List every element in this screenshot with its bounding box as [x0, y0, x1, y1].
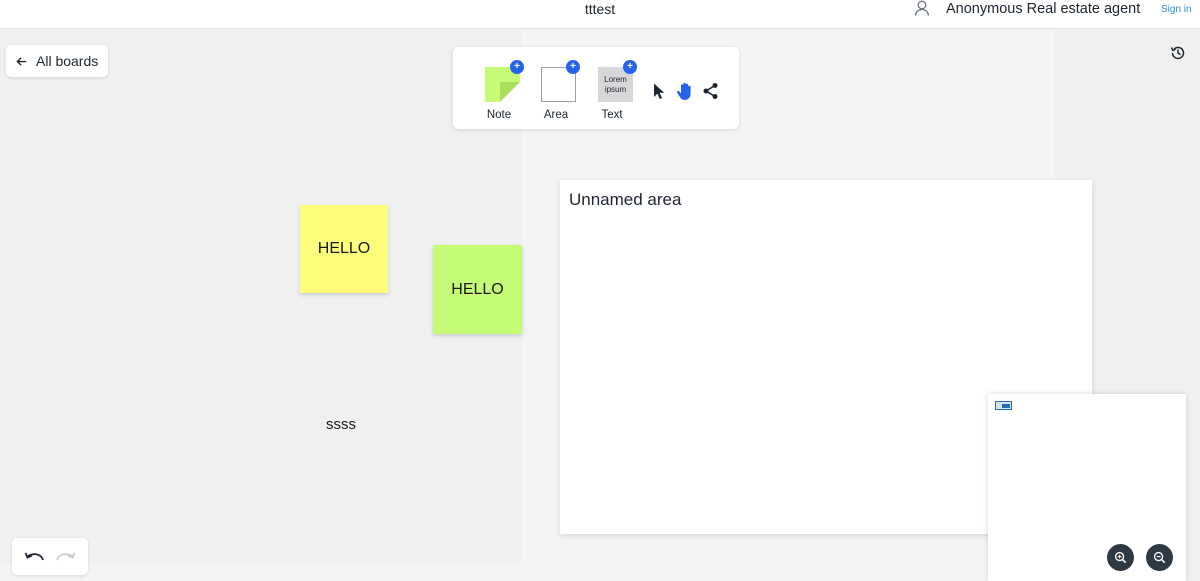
area-title[interactable]: Unnamed area	[569, 190, 681, 210]
undo-redo-controls	[12, 538, 88, 575]
arrow-left-icon	[16, 56, 27, 66]
free-text-item[interactable]: ssss	[326, 416, 356, 433]
sticky-note-yellow[interactable]: HELLO	[300, 205, 388, 293]
history-icon[interactable]	[1170, 45, 1186, 61]
zoom-out-button[interactable]	[1146, 544, 1173, 571]
sign-in-link[interactable]: Sign in	[1161, 3, 1192, 17]
zoom-in-icon	[1114, 551, 1127, 564]
toolbar: + Note + Area Lorem ipsum + Text	[453, 47, 739, 129]
note-tool[interactable]: Note	[475, 47, 523, 129]
hand-icon[interactable]	[675, 81, 695, 101]
zoom-in-button[interactable]	[1107, 544, 1134, 571]
area-tool-label: Area	[543, 109, 569, 121]
minimap[interactable]	[988, 394, 1186, 581]
share-icon[interactable]	[702, 82, 720, 100]
text-tool[interactable]: Text	[588, 47, 636, 129]
sticky-note-green[interactable]: HELLO	[433, 245, 522, 334]
text-tool-label: Text	[601, 109, 623, 121]
minimap-viewport[interactable]	[995, 401, 1012, 410]
user-name: Anonymous Real estate agent	[946, 1, 1141, 17]
zoom-out-icon	[1153, 551, 1166, 564]
sticky-note-text: HELLO	[451, 280, 504, 298]
top-bar: tttest Anonymous Real estate agent Sign …	[0, 0, 1200, 29]
all-boards-button[interactable]: All boards	[6, 45, 109, 77]
redo-icon[interactable]	[55, 548, 77, 564]
sticky-note-text: HELLO	[317, 240, 371, 257]
all-boards-label: All boards	[36, 53, 99, 69]
undo-icon[interactable]	[23, 548, 45, 564]
area-tool[interactable]: Area	[532, 47, 580, 129]
note-tool-label: Note	[486, 109, 512, 121]
cursor-pointer-icon[interactable]	[650, 82, 668, 100]
user-icon	[914, 0, 930, 16]
